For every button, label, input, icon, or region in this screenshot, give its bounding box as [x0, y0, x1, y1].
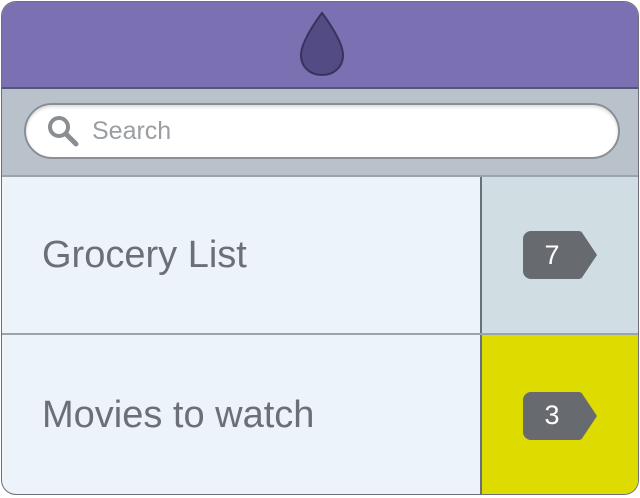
search-input[interactable] [92, 116, 572, 146]
list-item-label: Movies to watch [42, 394, 315, 436]
app-window: Grocery List 7 Movies to watch 3 [2, 2, 638, 494]
header-bar [2, 2, 638, 89]
list-container: Grocery List 7 Movies to watch 3 [2, 177, 638, 494]
count-badge: 7 [523, 231, 597, 279]
list-item-main[interactable]: Movies to watch [2, 335, 482, 494]
list-item-count-cell[interactable]: 3 [482, 335, 638, 494]
list-item-count-cell[interactable]: 7 [482, 177, 638, 333]
list-item-movies[interactable]: Movies to watch 3 [2, 335, 638, 494]
list-item-label: Grocery List [42, 233, 247, 276]
list-item-main[interactable]: Grocery List [2, 177, 482, 333]
list-item-grocery[interactable]: Grocery List 7 [2, 177, 638, 335]
search-field[interactable] [24, 103, 620, 159]
search-icon [48, 116, 79, 147]
drop-icon [299, 11, 345, 77]
search-bar [2, 89, 638, 177]
count-badge: 3 [523, 391, 597, 440]
